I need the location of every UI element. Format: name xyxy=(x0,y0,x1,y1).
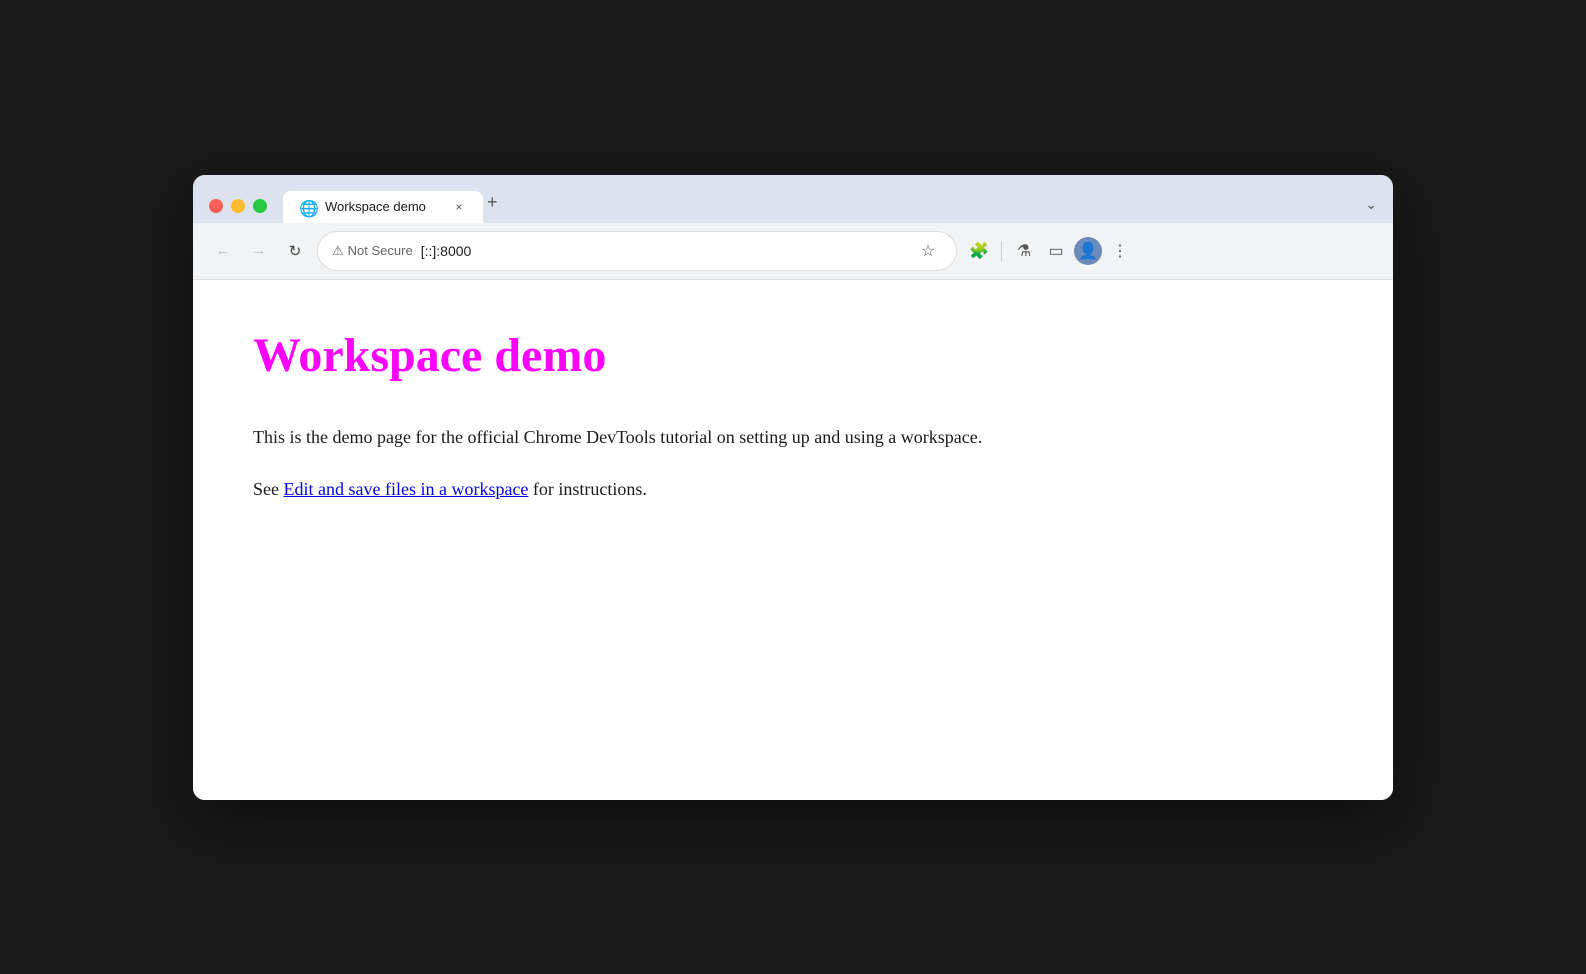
more-button[interactable]: ⋮ xyxy=(1106,237,1134,265)
paragraph-2-prefix: See xyxy=(253,479,284,499)
paragraph-2: See Edit and save files in a workspace f… xyxy=(253,475,1333,504)
address-bar[interactable]: ⚠ Not Secure [::]:8000 ☆ xyxy=(317,231,957,271)
workspace-link[interactable]: Edit and save files in a workspace xyxy=(284,479,529,499)
forward-icon: → xyxy=(252,242,267,259)
url-display: [::]:8000 xyxy=(421,243,906,259)
extensions-icon: 🧩 xyxy=(969,241,989,261)
reload-icon: ↻ xyxy=(289,242,302,260)
tab-favicon-icon: 🌐 xyxy=(299,199,315,215)
close-button[interactable] xyxy=(209,199,223,213)
reload-button[interactable]: ↻ xyxy=(281,237,309,265)
sidebar-icon: ▭ xyxy=(1048,241,1063,261)
lab-button[interactable]: ⚗ xyxy=(1010,237,1038,265)
page-heading: Workspace demo xyxy=(253,328,1333,383)
new-tab-button[interactable]: + xyxy=(483,184,510,223)
security-label: Not Secure xyxy=(348,243,413,258)
tab-chevron-button[interactable]: ⌄ xyxy=(1357,188,1393,223)
avatar-icon: 👤 xyxy=(1078,241,1098,261)
maximize-button[interactable] xyxy=(253,199,267,213)
sidebar-button[interactable]: ▭ xyxy=(1042,237,1070,265)
minimize-button[interactable] xyxy=(231,199,245,213)
paragraph-2-suffix: for instructions. xyxy=(528,479,647,499)
security-indicator: ⚠ Not Secure xyxy=(332,243,413,259)
toolbar-actions: 🧩 ⚗ ▭ 👤 ⋮ xyxy=(965,237,1134,265)
tab-close-button[interactable]: × xyxy=(451,199,467,215)
page-content: Workspace demo This is the demo page for… xyxy=(193,280,1393,800)
profile-button[interactable]: 👤 xyxy=(1074,237,1102,265)
bookmark-icon: ☆ xyxy=(921,241,935,261)
lab-icon: ⚗ xyxy=(1017,241,1031,261)
tab-bar: 🌐 Workspace demo × + ⌄ xyxy=(193,175,1393,223)
browser-window: 🌐 Workspace demo × + ⌄ ← → ↻ ⚠ Not Secur… xyxy=(193,175,1393,800)
paragraph-1: This is the demo page for the official C… xyxy=(253,423,1333,452)
active-tab[interactable]: 🌐 Workspace demo × xyxy=(283,191,483,223)
bookmark-button[interactable]: ☆ xyxy=(914,237,942,265)
extensions-button[interactable]: 🧩 xyxy=(965,237,993,265)
back-icon: ← xyxy=(216,242,231,259)
forward-button[interactable]: → xyxy=(245,237,273,265)
toolbar-divider xyxy=(1001,241,1002,261)
back-button[interactable]: ← xyxy=(209,237,237,265)
warning-icon: ⚠ xyxy=(332,243,344,259)
traffic-lights xyxy=(193,199,283,223)
tab-title: Workspace demo xyxy=(325,199,441,214)
more-icon: ⋮ xyxy=(1112,241,1128,261)
toolbar: ← → ↻ ⚠ Not Secure [::]:8000 ☆ 🧩 ⚗ xyxy=(193,223,1393,280)
